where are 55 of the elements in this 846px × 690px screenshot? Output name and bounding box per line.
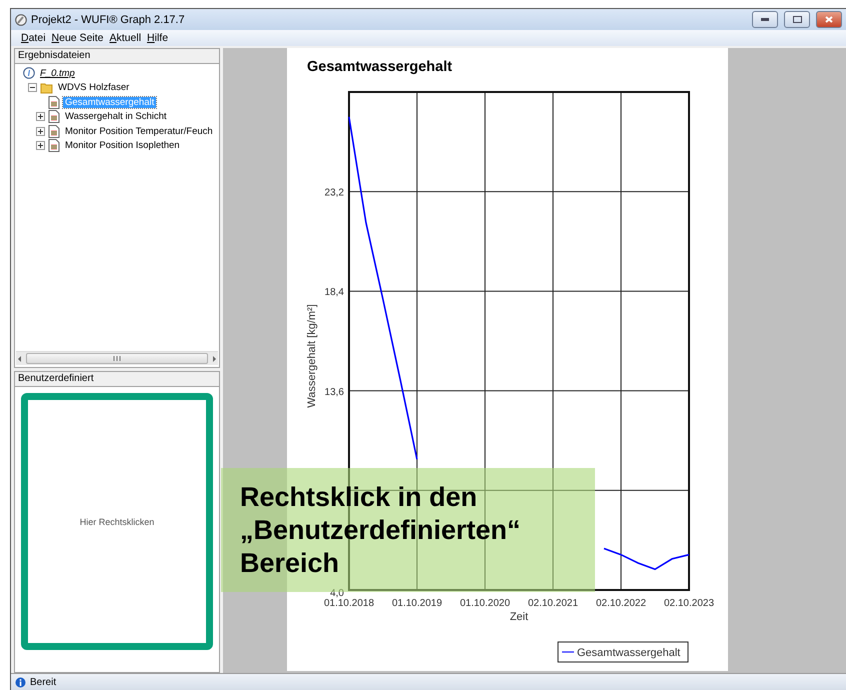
tree-item[interactable]: Wassergehalt in Schicht xyxy=(63,111,169,122)
folder-icon xyxy=(40,82,53,94)
x-tick-label: 01.10.2020 xyxy=(459,598,510,609)
y-tick-label: 4,0 xyxy=(330,588,344,599)
x-tick-label: 02.10.2021 xyxy=(527,598,578,609)
x-axis-label: Zeit xyxy=(509,611,528,623)
y-tick-label: 23,2 xyxy=(324,188,344,199)
chart-title: Gesamtwassergehalt xyxy=(306,59,452,75)
tree-item[interactable]: F_0.tmp xyxy=(38,68,77,79)
menu-item[interactable]: Aktuell xyxy=(110,32,142,44)
menu-item[interactable]: Datei xyxy=(21,32,46,44)
info-icon xyxy=(15,676,26,688)
status-text: Bereit xyxy=(30,676,56,688)
document-icon xyxy=(48,139,60,152)
expand-icon[interactable] xyxy=(36,112,45,122)
tree-item[interactable]: WDVS Holzfaser xyxy=(56,82,132,94)
x-tick-label: 02.10.2022 xyxy=(595,598,646,609)
x-tick-label: 02.10.2023 xyxy=(663,598,714,609)
minimize-icon xyxy=(761,18,769,21)
y-tick-label: 18,4 xyxy=(324,287,344,298)
hint-text: Hier Rechtsklicken xyxy=(80,516,154,526)
horizontal-scrollbar[interactable] xyxy=(16,351,218,365)
grip-icon xyxy=(113,356,121,361)
maximize-icon xyxy=(792,16,802,23)
tree-item[interactable]: Monitor Position Isoplethen xyxy=(63,140,182,152)
maximize-button[interactable] xyxy=(784,11,810,28)
expand-icon[interactable] xyxy=(36,141,45,150)
y-tick-label: 13,6 xyxy=(324,386,344,398)
menu-item[interactable]: Neue Seite xyxy=(52,32,104,44)
scroll-left-icon[interactable] xyxy=(16,354,24,362)
x-tick-label: 01.10.2019 xyxy=(391,598,442,609)
scroll-right-icon[interactable] xyxy=(210,354,218,362)
close-icon xyxy=(825,16,833,23)
window-title: Projekt2 - WUFI® Graph 2.17.7 xyxy=(31,14,186,26)
app-icon xyxy=(15,14,27,26)
file-icon xyxy=(23,67,35,80)
close-button[interactable] xyxy=(816,11,842,28)
tree-item[interactable]: Monitor Position Temperatur/Feuch xyxy=(63,126,215,137)
expand-icon[interactable] xyxy=(36,126,45,136)
panel-title: Benutzerdefiniert xyxy=(15,372,219,387)
collapse-icon[interactable] xyxy=(28,83,37,92)
callout-text: Bereich xyxy=(240,546,340,580)
y-axis-label: Wassergehalt [kg/m²] xyxy=(306,304,318,408)
minimize-button[interactable] xyxy=(752,11,778,28)
document-icon xyxy=(48,124,60,138)
document-icon xyxy=(48,96,60,109)
callout-text: „Benutzerdefinierten“ xyxy=(240,514,522,546)
x-tick-label: 01.10.2018 xyxy=(323,598,374,609)
callout-text: Rechtsklick in den xyxy=(240,480,478,514)
drop-area[interactable]: Hier Rechtsklicken xyxy=(21,393,213,650)
menu-item[interactable]: Hilfe xyxy=(147,32,168,44)
panel-title: Ergebnisdateien xyxy=(15,49,219,64)
legend: Gesamtwassergehalt xyxy=(557,642,688,662)
legend-label: Gesamtwassergehalt xyxy=(576,647,680,659)
document-icon xyxy=(48,110,60,124)
